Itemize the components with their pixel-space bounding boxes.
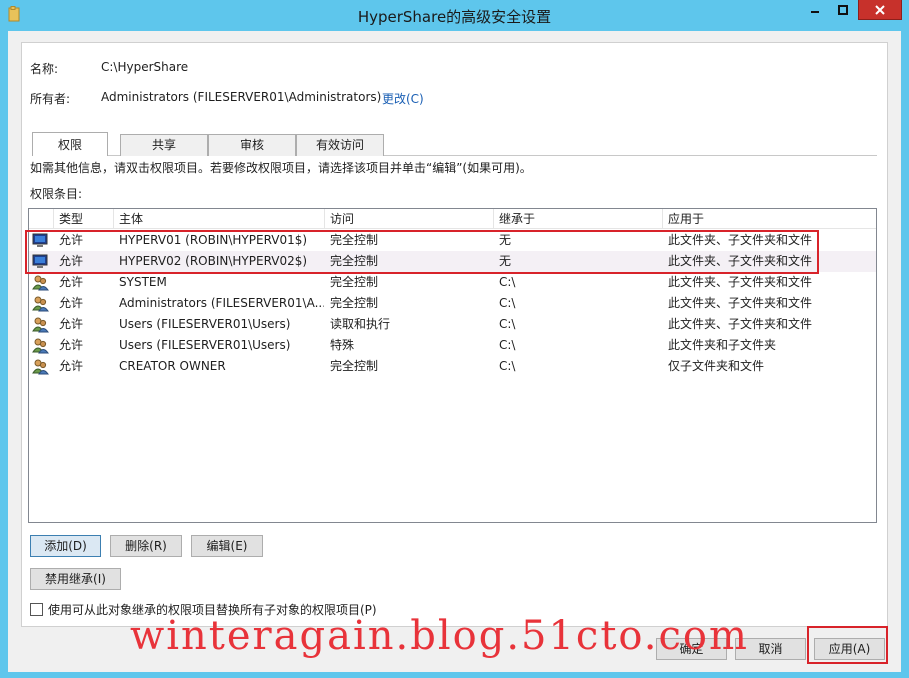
column-type[interactable]: 类型 — [54, 209, 114, 229]
column-icon[interactable] — [29, 209, 54, 229]
cell-principal: Users (FILESERVER01\Users) — [119, 338, 291, 352]
replace-child-permissions-checkbox[interactable] — [30, 603, 43, 616]
cell-access: 完全控制 — [330, 359, 379, 373]
permission-row[interactable]: 允许 Users (FILESERVER01\Users) 读取和执行 C:\ 此文件夹… — [29, 314, 876, 335]
cell-principal: SYSTEM — [119, 275, 167, 289]
permission-row[interactable]: 允许 Users (FILESERVER01\Users) 特殊 C:\ 此文件夹和子文… — [29, 335, 876, 356]
permission-entries-label: 权限条目: — [30, 187, 83, 201]
close-icon — [875, 4, 885, 15]
cell-access: 完全控制 — [330, 296, 379, 310]
minimize-button[interactable] — [801, 0, 829, 20]
list-header: 类型 主体 访问 继承于 应用于 — [29, 209, 876, 229]
owner-value: Administrators (FILESERVER01\Administrat… — [101, 90, 382, 104]
cell-principal: Administrators (FILESERVER01\A... — [119, 296, 324, 310]
highlight-apply-box — [807, 626, 888, 664]
permission-row[interactable]: 允许 CREATOR OWNER 完全控制 C:\ 仅子文件夹和文件 — [29, 356, 876, 377]
permissions-hint: 如需其他信息，请双击权限项目。若要修改权限项目，请选择该项目并单击“编辑”(如果… — [30, 161, 532, 175]
remove-button[interactable]: 删除(R) — [110, 535, 182, 557]
replace-child-permissions-label: 使用可从此对象继承的权限项目替换所有子对象的权限项目(P) — [48, 603, 377, 617]
cell-principal: Users (FILESERVER01\Users) — [119, 317, 291, 331]
name-label: 名称: — [30, 62, 59, 76]
owner-label: 所有者: — [30, 92, 71, 106]
cell-principal: CREATOR OWNER — [119, 359, 226, 373]
cell-access: 读取和执行 — [330, 317, 391, 331]
edit-button[interactable]: 编辑(E) — [191, 535, 263, 557]
cell-type: 允许 — [59, 359, 84, 373]
cell-access: 完全控制 — [330, 275, 379, 289]
maximize-button[interactable] — [829, 0, 856, 20]
cell-type: 允许 — [59, 275, 84, 289]
cell-type: 允许 — [59, 296, 84, 310]
cell-inherited-from: C:\ — [499, 359, 516, 373]
cell-inherited-from: C:\ — [499, 296, 516, 310]
cell-applies-to: 此文件夹、子文件夹和文件 — [668, 275, 813, 289]
tab-share[interactable]: 共享 — [120, 134, 208, 156]
change-owner-link[interactable]: 更改(C) — [382, 90, 424, 107]
settings-panel: 名称: C:\HyperShare 所有者: Administrators (F… — [21, 42, 888, 627]
users-icon — [32, 337, 49, 354]
cell-inherited-from: C:\ — [499, 275, 516, 289]
name-value: C:\HyperShare — [101, 60, 189, 74]
cell-type: 允许 — [59, 317, 84, 331]
cell-applies-to: 此文件夹、子文件夹和文件 — [668, 296, 813, 310]
tab-effective-access[interactable]: 有效访问 — [296, 134, 384, 156]
cell-access: 特殊 — [330, 338, 355, 352]
tab-permissions[interactable]: 权限 — [32, 132, 108, 156]
cell-inherited-from: C:\ — [499, 317, 516, 331]
add-button[interactable]: 添加(D) — [30, 535, 101, 557]
cell-applies-to: 仅子文件夹和文件 — [668, 359, 765, 373]
users-icon — [32, 274, 49, 291]
users-icon — [32, 358, 49, 375]
disable-inheritance-button[interactable]: 禁用继承(I) — [30, 568, 121, 590]
maximize-icon — [837, 5, 848, 15]
permission-row[interactable]: 允许 SYSTEM 完全控制 C:\ 此文件夹、子文件夹和文件 — [29, 272, 876, 293]
column-access[interactable]: 访问 — [325, 209, 494, 229]
title-bar[interactable]: HyperShare的高级安全设置 — [0, 0, 909, 31]
cell-type: 允许 — [59, 338, 84, 352]
dialog-client-area: 名称: C:\HyperShare 所有者: Administrators (F… — [8, 31, 901, 672]
column-principal[interactable]: 主体 — [114, 209, 325, 229]
cell-applies-to: 此文件夹和子文件夹 — [668, 338, 777, 352]
window-title: HyperShare的高级安全设置 — [357, 8, 552, 26]
column-applies-to[interactable]: 应用于 — [663, 209, 876, 229]
highlight-rows-box — [25, 230, 819, 274]
close-button[interactable] — [858, 0, 902, 20]
tab-auditing[interactable]: 审核 — [208, 134, 296, 156]
users-icon — [32, 316, 49, 333]
cell-inherited-from: C:\ — [499, 338, 516, 352]
permission-row[interactable]: 允许 Administrators (FILESERVER01\A... 完全控制 C… — [29, 293, 876, 314]
column-inherited-from[interactable]: 继承于 — [494, 209, 663, 229]
ok-button[interactable]: 确定 — [656, 638, 727, 660]
cancel-button[interactable]: 取消 — [735, 638, 806, 660]
cell-applies-to: 此文件夹、子文件夹和文件 — [668, 317, 813, 331]
minimize-icon — [811, 11, 819, 13]
users-icon — [32, 295, 49, 312]
